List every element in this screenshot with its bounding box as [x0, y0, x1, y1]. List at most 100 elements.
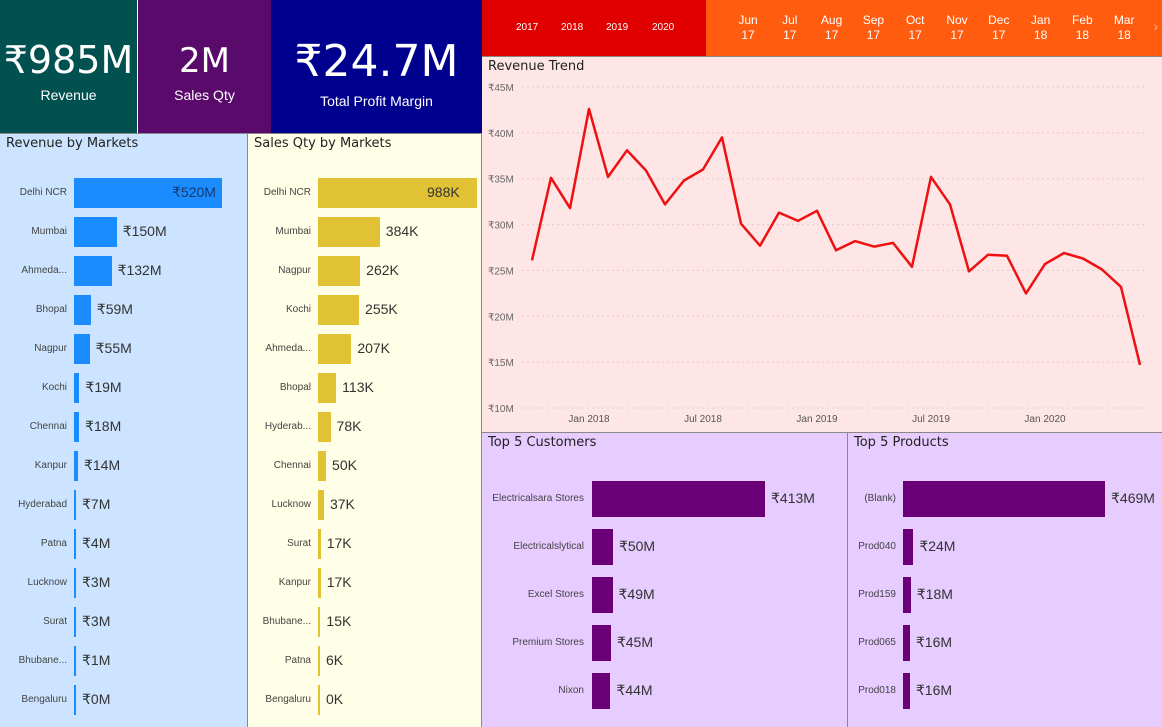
bar[interactable]	[592, 577, 613, 613]
data-point[interactable]	[967, 269, 971, 273]
data-point[interactable]	[549, 176, 553, 180]
year-2018[interactable]: 2018	[561, 22, 583, 33]
year-2019[interactable]: 2019	[606, 22, 628, 33]
month-item[interactable]: Jul 17	[772, 13, 808, 43]
bar[interactable]	[74, 373, 80, 403]
bar-value: 988K	[427, 184, 460, 200]
bar-label: Bhopal	[35, 304, 67, 315]
month-item[interactable]: Nov 17	[939, 13, 975, 43]
data-point[interactable]	[1119, 285, 1123, 289]
data-point[interactable]	[1081, 257, 1085, 261]
revenue-by-markets-title: Revenue by Markets	[6, 136, 139, 151]
data-point[interactable]	[720, 135, 724, 139]
bar[interactable]	[318, 373, 337, 403]
data-point[interactable]	[644, 168, 648, 172]
data-point[interactable]	[948, 202, 952, 206]
bar[interactable]	[74, 256, 112, 286]
bar[interactable]	[903, 481, 1105, 517]
bar[interactable]	[592, 625, 611, 661]
data-point[interactable]	[568, 206, 572, 210]
data-point[interactable]	[891, 241, 895, 245]
month-item[interactable]: Oct 17	[897, 13, 933, 43]
x-tick-label: Jul 2018	[684, 414, 722, 425]
bar[interactable]	[318, 334, 352, 364]
bar[interactable]	[74, 412, 80, 442]
y-tick-label: ₹25M	[488, 266, 514, 277]
data-point[interactable]	[739, 222, 743, 226]
bar[interactable]	[74, 295, 91, 325]
data-point[interactable]	[1005, 254, 1009, 258]
month-item[interactable]: Jun 17	[730, 13, 766, 43]
month-item[interactable]: Feb 18	[1064, 13, 1100, 43]
month-item[interactable]: Jan 18	[1023, 13, 1059, 43]
bar-value: 17K	[326, 574, 352, 590]
bar[interactable]	[903, 673, 910, 709]
data-point[interactable]	[986, 253, 990, 257]
bar[interactable]	[318, 217, 380, 247]
bar[interactable]	[592, 529, 613, 565]
chevron-right-icon[interactable]: ›	[1153, 18, 1158, 34]
bar[interactable]	[318, 256, 361, 286]
data-point[interactable]	[587, 107, 591, 111]
data-point[interactable]	[910, 265, 914, 269]
data-point[interactable]	[625, 148, 629, 152]
data-point[interactable]	[834, 248, 838, 252]
data-point[interactable]	[701, 168, 705, 172]
bar[interactable]	[74, 529, 76, 559]
bar[interactable]	[318, 568, 321, 598]
bar-value: ₹50M	[618, 538, 656, 554]
data-point[interactable]	[777, 211, 781, 215]
bar[interactable]	[74, 685, 76, 715]
revenue-trend-line[interactable]	[530, 107, 1142, 366]
bar-label: Hyderabad	[18, 499, 67, 510]
data-point[interactable]	[663, 202, 667, 206]
bar[interactable]	[318, 607, 321, 637]
data-point[interactable]	[1138, 363, 1142, 367]
data-point[interactable]	[530, 258, 534, 262]
data-point[interactable]	[1100, 268, 1104, 272]
month-item[interactable]: Mar 18	[1106, 13, 1142, 43]
bar[interactable]	[318, 412, 331, 442]
data-point[interactable]	[682, 179, 686, 183]
bar[interactable]	[903, 577, 911, 613]
bar[interactable]	[318, 295, 360, 325]
bar[interactable]	[74, 334, 90, 364]
x-tick-label: Jan 2020	[1024, 414, 1066, 425]
top-customers-panel: Top 5 Customers Electricalsara Stores ₹41…	[482, 432, 848, 727]
revenue-value: ₹985M	[3, 38, 134, 82]
bar[interactable]	[74, 217, 117, 247]
month-year: 17	[783, 28, 797, 42]
month-item[interactable]: Dec 17	[981, 13, 1017, 43]
data-point[interactable]	[606, 175, 610, 179]
data-point[interactable]	[929, 175, 933, 179]
bar[interactable]	[318, 451, 327, 481]
bar[interactable]	[592, 673, 611, 709]
data-point[interactable]	[853, 239, 857, 243]
month-item[interactable]: Sep 17	[855, 13, 891, 43]
bar-value: 78K	[336, 418, 362, 434]
bar[interactable]	[318, 646, 320, 676]
data-point[interactable]	[1043, 262, 1047, 266]
data-point[interactable]	[758, 244, 762, 248]
bar[interactable]	[592, 481, 765, 517]
month-year: 17	[741, 28, 755, 42]
data-point[interactable]	[1024, 291, 1028, 295]
bar[interactable]	[903, 625, 910, 661]
bar[interactable]	[318, 490, 324, 520]
bar[interactable]	[318, 529, 321, 559]
bar[interactable]	[74, 451, 78, 481]
bar-value: ₹45M	[616, 634, 653, 650]
bar[interactable]	[903, 529, 914, 565]
bar[interactable]	[74, 607, 76, 637]
data-point[interactable]	[1062, 251, 1066, 255]
bar[interactable]	[74, 490, 76, 520]
month-item[interactable]: Aug 17	[814, 13, 850, 43]
year-2020[interactable]: 2020	[652, 22, 674, 33]
bar[interactable]	[74, 646, 76, 676]
data-point[interactable]	[796, 219, 800, 223]
data-point[interactable]	[815, 209, 819, 213]
bar[interactable]	[318, 685, 320, 715]
data-point[interactable]	[872, 245, 876, 249]
bar[interactable]	[74, 568, 76, 598]
year-2017[interactable]: 2017	[516, 22, 538, 33]
